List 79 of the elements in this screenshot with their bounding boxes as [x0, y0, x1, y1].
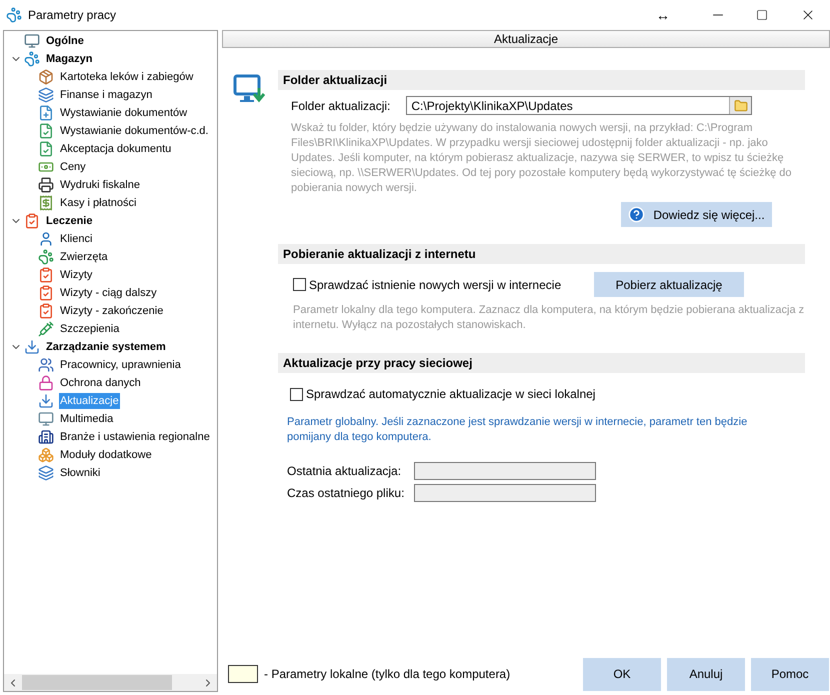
download-icon [38, 393, 54, 409]
layers-icon [38, 465, 54, 481]
folder-icon [734, 98, 748, 112]
resize-cursor-icon: ↔ [656, 4, 670, 26]
help-icon [628, 206, 646, 223]
package-icon [38, 447, 54, 463]
checkbox[interactable] [293, 278, 306, 291]
clipboard-check-icon [38, 285, 54, 301]
tree-item[interactable]: Zarządzanie systemem [45, 339, 167, 355]
user-icon [38, 231, 54, 247]
horizontal-scrollbar[interactable] [4, 674, 217, 691]
download-icon [24, 339, 40, 355]
clipboard-check-icon [24, 213, 40, 229]
tree-item[interactable]: Wystawianie dokumentów-c.d. [59, 123, 210, 139]
tree-item[interactable]: Wizyty - zakończenie [59, 303, 164, 319]
dialog-button[interactable]: Anuluj [667, 658, 745, 690]
lock-icon [38, 375, 54, 391]
folder-path-field[interactable]: C:\Projekty\KlinikaXP\Updates [406, 96, 752, 115]
tree-item[interactable]: Wizyty [59, 267, 94, 283]
checkbox-label[interactable]: Sprawdzać istnienie nowych wersji w internecie [309, 276, 562, 294]
monitor-icon [38, 411, 54, 427]
browse-folder-button[interactable] [729, 97, 752, 114]
checkbox[interactable] [290, 388, 303, 400]
readonly-field[interactable] [414, 462, 596, 480]
tree-item[interactable]: Zwierzęta [59, 249, 109, 265]
tree-item[interactable]: Leczenie [45, 213, 94, 229]
legend-text: - Parametry lokalne (tylko dla tego komputera) [264, 666, 512, 683]
paw-icon [24, 51, 40, 67]
tree-item[interactable]: Szczepienia [59, 321, 120, 337]
tree-item[interactable]: Ochrona danych [59, 375, 142, 391]
maximize-icon[interactable] [756, 9, 768, 21]
checkbox-label[interactable]: Sprawdzać automatycznie aktualizacje w sieci lokalnej [306, 385, 596, 403]
field-label: Folder aktualizacji: [291, 98, 390, 114]
tree-item[interactable]: Magazyn [45, 51, 94, 67]
file-check-icon [38, 123, 54, 139]
tree-item[interactable]: Wydruki fiskalne [59, 177, 141, 193]
file-plus-icon [38, 105, 54, 121]
tree-item[interactable]: Ogólne [45, 33, 85, 49]
field-label: Ostatnia aktualizacja: [287, 463, 402, 480]
layers-icon [38, 87, 54, 103]
tree-item[interactable]: Moduły dodatkowe [59, 447, 153, 463]
section-header: Folder aktualizacji [278, 70, 805, 90]
box-icon [38, 69, 54, 85]
clipboard-check-icon [38, 267, 54, 283]
tree-item[interactable]: Wizyty - ciąg dalszy [59, 285, 158, 301]
tree-item[interactable]: Multimedia [59, 411, 114, 427]
dialog-button[interactable]: OK [583, 658, 661, 690]
file-check-icon [38, 141, 54, 157]
tree-item[interactable]: Wystawianie dokumentów [59, 105, 188, 121]
monitor-icon [24, 33, 40, 49]
tree-item[interactable]: Akceptacja dokumentu [59, 141, 172, 157]
section-header: Pobieranie aktualizacji z internetu [278, 244, 805, 264]
download-update-button[interactable]: Pobierz aktualizację [594, 272, 744, 297]
tree-item[interactable]: Pracownicy, uprawnienia [59, 357, 182, 373]
field-label: Czas ostatniego pliku: [287, 485, 406, 502]
tree-item[interactable]: Finanse i magazyn [59, 87, 154, 103]
tree-item[interactable]: Kasy i płatności [59, 195, 138, 211]
section-header: Aktualizacje przy pracy sieciowej [278, 353, 805, 373]
clipboard-check-icon [38, 303, 54, 319]
syringe-icon [38, 321, 54, 337]
readonly-field[interactable] [414, 484, 596, 502]
local-parameter-swatch [228, 665, 258, 683]
app-paw-icon [6, 7, 22, 23]
users-icon [38, 357, 54, 373]
receipt-icon [38, 195, 54, 211]
dialog-button[interactable]: Pomoc [751, 658, 829, 690]
panel-header: Aktualizacje [222, 30, 830, 48]
tree-item[interactable]: Ceny [59, 159, 87, 175]
printer-icon [38, 177, 54, 193]
tree-item[interactable]: Branże i ustawienia regionalne [59, 429, 211, 445]
folder-description: Wskaż tu folder, który będzie używany do instalowania nowych wersji, na przykład: C:\Program Files\BRI\KlinikaXP\Updates. W przypadku wersji sieciowej udostępnij folder aktualizacji - np. jako Updates. Jeśli komputer, na którym pobierasz aktualizacje, nazywa się SERWER, to wpisz tu ścieżkę sieciową, np. \\SERWER\Updates. Od tej pory pozostałe komputery będą wykorzystywać tę ścieżkę do pobierania nowych wersji. [291, 121, 793, 196]
window-title: Parametry pracy [28, 7, 118, 24]
network-description: Parametr globalny. Jeśli zaznaczone jest sprawdzanie wersji w internecie, parametr ten będzie pomijany dla tego komputera. [287, 415, 748, 445]
tree-item[interactable]: Kartoteka leków i zabiegów [59, 69, 194, 85]
learn-more-button[interactable]: Dowiedz się więcej... [621, 202, 772, 227]
internet-description: Parametr lokalny dla tego komputera. Zaznacz dla komputera, na którym będzie pobierana aktualizacja z internetu. Wyłącz na pozostałych stanowiskach. [293, 303, 805, 333]
tree-item[interactable]: Słowniki [59, 465, 102, 481]
tree-item[interactable]: Klienci [59, 231, 94, 247]
paw-icon [38, 249, 54, 265]
